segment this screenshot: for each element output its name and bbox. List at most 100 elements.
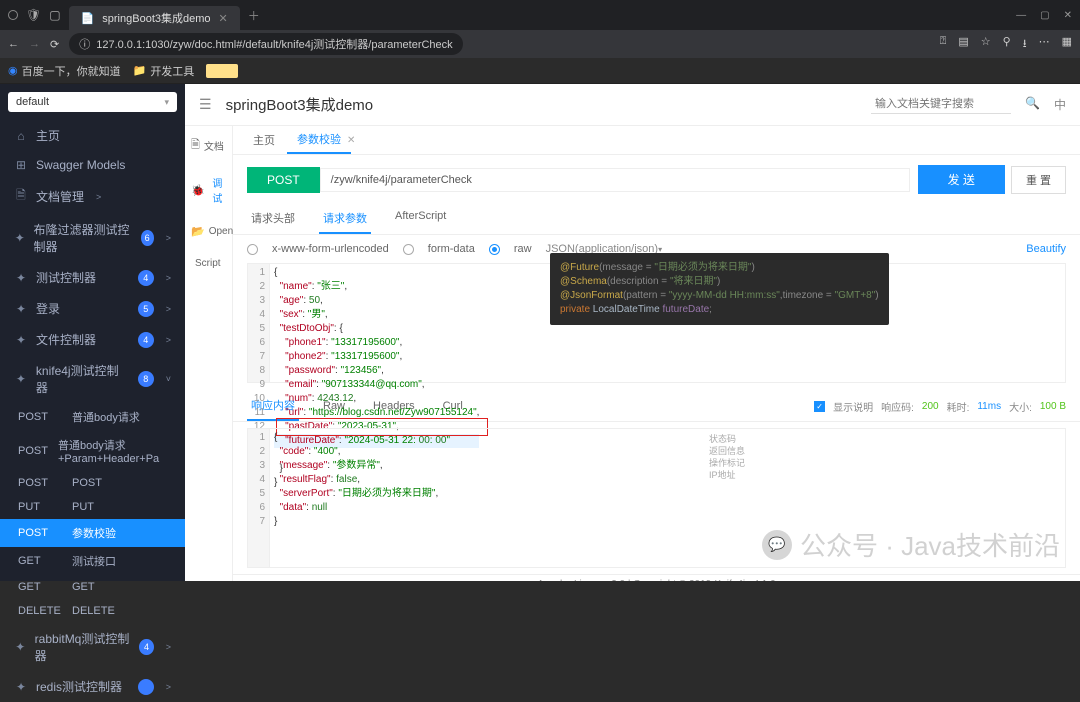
method-label: POST [18, 411, 62, 423]
sidebar-search[interactable]: ▾ [8, 92, 177, 112]
square-icon[interactable]: ▢ [49, 8, 60, 22]
param-tab-2[interactable]: AfterScript [391, 204, 450, 234]
sidebar-item-after-1[interactable]: ✦ redis测试控制器 ˃ [0, 671, 185, 702]
sidebar: ▾ ⌂ 主页 ⊞ Swagger Models 🗎 文档管理 ˃✦ 布隆过滤器测… [0, 84, 185, 581]
sidebar-item-3[interactable]: ✦ 布隆过滤器测试控制器 6 ˃ [0, 214, 185, 262]
sidebar-sub-item-1[interactable]: POST 普通body请求+Param+Header+Pa [0, 431, 185, 471]
sidebar-item-5[interactable]: ✦ 登录 5 ˃ [0, 293, 185, 324]
sidebar-sub-item-3[interactable]: PUT PUT [0, 495, 185, 519]
endpoint-label: 测试接口 [72, 553, 116, 569]
tab-favicon: 📄 [81, 12, 95, 25]
mini-nav-调试[interactable]: 🐞调试 [185, 165, 232, 215]
send-button[interactable]: 发 送 [918, 165, 1005, 194]
endpoint-label: PUT [72, 501, 94, 513]
main-content: ☰ springBoot3集成demo 🔍 中 🗎文档🐞调试📂OpenScrip… [185, 84, 1080, 581]
sidebar-item-0[interactable]: ⌂ 主页 [0, 120, 185, 151]
new-tab-button[interactable]: ＋ [248, 7, 260, 24]
sidebar-sub-item-7[interactable]: DELETE DELETE [0, 599, 185, 623]
param-tab-0[interactable]: 请求头部 [247, 204, 299, 234]
sidebar-badge: 8 [138, 371, 154, 387]
chevron-down-icon[interactable]: ▾ [164, 97, 169, 108]
body-type-radio-raw[interactable] [489, 244, 500, 255]
pin-icon[interactable]: ⚲ [1003, 35, 1011, 54]
sidebar-sub-item-0[interactable]: POST 普通body请求 [0, 403, 185, 431]
sidebar-sub-item-2[interactable]: POST POST [0, 471, 185, 495]
mini-nav-Open[interactable]: 📂Open [185, 215, 232, 248]
sidebar-badge: 4 [138, 270, 154, 286]
chevron-icon: ˃ [166, 642, 171, 652]
body-type-radio-x-www-form-urlencoded[interactable] [247, 244, 258, 255]
sidebar-badge: 5 [138, 301, 154, 317]
mini-icon: 🗎 [191, 136, 200, 155]
content-tab-1[interactable]: 参数校验 [287, 126, 351, 154]
mini-nav-文档[interactable]: 🗎文档 [185, 126, 232, 165]
search-icon[interactable]: 🔍 [1025, 96, 1040, 113]
lang-icon[interactable]: 中 [1054, 96, 1066, 113]
sidebar-badge [138, 679, 154, 695]
menu-icon[interactable]: ⋯ [1039, 35, 1050, 54]
sidebar-sub-item-4[interactable]: POST 参数校验 [0, 519, 185, 547]
sidebar-item-4[interactable]: ✦ 测试控制器 4 ˃ [0, 262, 185, 293]
hamburger-icon[interactable]: ☰ [199, 96, 212, 113]
maximize-button[interactable]: ▢ [1040, 10, 1049, 21]
reload-button[interactable]: ⟳ [50, 38, 59, 51]
url-field[interactable]: ⓘ 127.0.0.1:1030/zyw/doc.html#/default/k… [69, 33, 462, 55]
sidebar-item-1[interactable]: ⊞ Swagger Models [0, 151, 185, 179]
reader-icon[interactable]: ▤ [958, 35, 968, 54]
endpoint-label: 普通body请求 [72, 409, 140, 425]
bookmark-blank[interactable] [206, 64, 238, 78]
baidu-icon: ◉ [8, 64, 18, 77]
sidebar-item-icon: ✦ [14, 680, 28, 694]
content-tab-0[interactable]: 主页 [243, 127, 285, 153]
bookmark-bar: ◉ 百度一下，你就知道 📁 开发工具 [0, 58, 1080, 84]
close-button[interactable]: ✕ [1064, 10, 1072, 21]
chevron-icon: ˃ [166, 233, 171, 243]
sidebar-item-6[interactable]: ✦ 文件控制器 4 ˃ [0, 324, 185, 355]
watermark: 💬 公众号 · Java技术前沿 [762, 526, 1060, 563]
sidebar-item-7[interactable]: ✦ knife4j测试控制器 8 ˅ [0, 355, 185, 403]
sidebar-item-2[interactable]: 🗎 文档管理 ˃ [0, 179, 185, 214]
body-type-radio-form-data[interactable] [403, 244, 414, 255]
sidebar-item-label: 主页 [36, 127, 60, 144]
sidebar-item-after-0[interactable]: ✦ rabbitMq测试控制器 4 ˃ [0, 623, 185, 671]
content-tabs: 主页参数校验✕ [233, 126, 1080, 155]
request-code[interactable]: { "name": "张三", "age": 50, "sex": "男", "… [270, 264, 483, 382]
method-label: POST [18, 527, 62, 539]
tab-close-icon[interactable]: ✕ [347, 135, 355, 146]
sidebar-item-label: 文档管理 [36, 188, 84, 205]
sidebar-sub-item-5[interactable]: GET 测试接口 [0, 547, 185, 575]
profile-icon[interactable] [8, 10, 18, 20]
show-desc-checkbox[interactable]: ✓ [814, 401, 825, 412]
api-url-input[interactable]: /zyw/knife4j/parameterCheck [320, 168, 910, 192]
response-field-desc: 状态码返回信息操作标记IP地址 [709, 433, 745, 481]
response-gutter: 1234567 [248, 429, 270, 567]
mini-nav-Script[interactable]: Script [185, 248, 232, 279]
tab-close-icon[interactable]: ✕ [219, 12, 228, 25]
back-button[interactable]: ← [8, 38, 19, 50]
browser-tab[interactable]: 📄 springBoot3集成demo ✕ [69, 6, 240, 30]
extension-icon[interactable]: ▦ [1062, 35, 1072, 54]
info-icon[interactable]: ⓘ [79, 36, 90, 52]
sidebar-search-input[interactable] [16, 96, 164, 108]
sidebar-sub-item-6[interactable]: GET GET [0, 575, 185, 599]
star-icon[interactable]: ☆ [981, 35, 991, 54]
chevron-icon: ˅ [166, 374, 171, 384]
minimize-button[interactable]: — [1016, 10, 1026, 21]
sidebar-badge: 4 [139, 639, 153, 655]
param-tab-1[interactable]: 请求参数 [319, 204, 371, 234]
sidebar-badge: 4 [138, 332, 154, 348]
shield-icon[interactable]: 🛡 [26, 8, 41, 22]
translate-icon[interactable]: ⍰ [940, 35, 947, 54]
bookmark-baidu[interactable]: ◉ 百度一下，你就知道 [8, 63, 121, 79]
method-label: POST [18, 445, 48, 457]
doc-search-input[interactable] [871, 95, 1011, 114]
forward-button[interactable]: → [29, 38, 40, 50]
sidebar-item-label: 文件控制器 [36, 331, 96, 348]
sidebar-item-icon: ⌂ [14, 129, 28, 143]
request-gutter: 123456789101112131415 [248, 264, 270, 382]
download-icon[interactable]: ⭳ [1023, 35, 1027, 54]
reset-button[interactable]: 重 置 [1011, 166, 1066, 194]
beautify-button[interactable]: Beautify [1026, 243, 1066, 255]
folder-icon: 📁 [133, 64, 147, 77]
bookmark-devtools[interactable]: 📁 开发工具 [133, 63, 195, 79]
